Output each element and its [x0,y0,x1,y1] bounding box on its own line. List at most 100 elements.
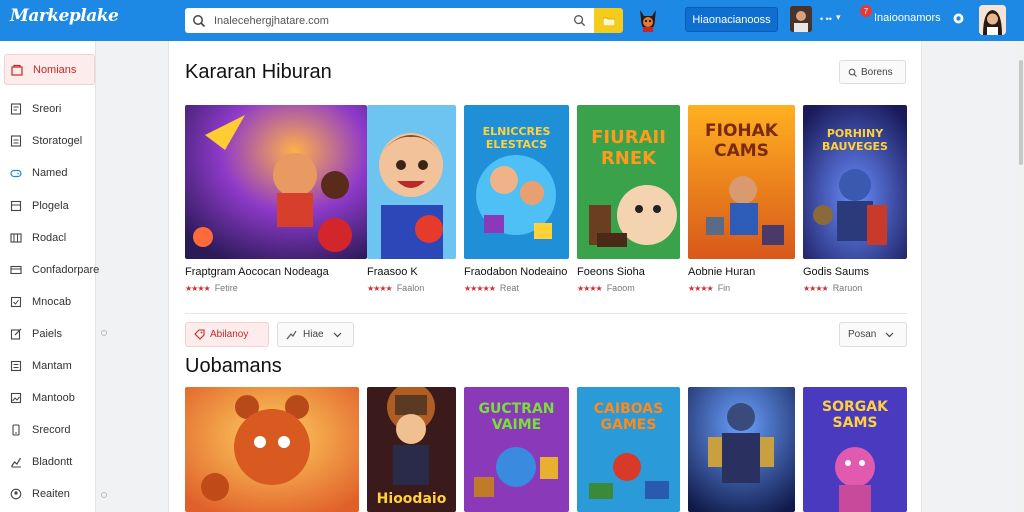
game-thumb-hat[interactable]: Hioodaio [367,387,456,512]
sidebar-item-srecord[interactable]: Srecord [4,414,95,445]
game-thumb-pink[interactable]: SORGAK SAMS [803,387,907,512]
collapse-handle-icon[interactable] [101,330,107,336]
sidebar-item-mnocab[interactable]: Mnocab [4,286,95,317]
sidebar-item-named[interactable]: Named [4,157,95,188]
section-divider [185,313,907,314]
sidebar-item-label: Reaiten [32,487,70,500]
app-logo[interactable]: Markeplake [10,6,119,26]
game-publisher: Faoom [606,283,635,293]
sidebar-item-mantam[interactable]: Mantam [4,350,95,381]
game-meta: ★★★★ Fin [688,283,730,293]
sort-button[interactable]: Borens [839,60,906,84]
chevron-down-icon [333,332,342,337]
game-title[interactable]: Fraasoo K [367,266,418,278]
game-meta: ★★★★ Fetire [185,283,238,293]
sidebar-item-mantoob[interactable]: Mantoob [4,382,95,413]
scrollbar-thumb[interactable] [1019,60,1023,165]
chart-icon [11,457,22,467]
game-title[interactable]: Foeons Sioha [577,266,645,278]
account-name[interactable]: Inaioonamors [874,12,941,24]
sidebar-item-nomians[interactable]: Nomians [4,54,95,85]
check-icon [10,296,22,307]
collapse-handle-icon[interactable] [101,492,107,498]
rating-stars: ★★★★ [803,284,829,293]
receipt-icon [10,102,22,115]
game-thumb-hero[interactable] [185,105,367,259]
sidebar-item-label: Bladontt [32,455,73,468]
game-thumb-boy[interactable] [367,105,456,259]
chevron-down-icon[interactable]: ▾ [836,12,841,23]
filter-button-secondary[interactable]: Hiae [277,322,354,347]
sidebar-item-label: Confadorpare [32,263,100,276]
store-button[interactable]: Hiaonacianooss [685,7,778,32]
game-thumb-caption: ELNICCRES ELESTACS [482,125,551,151]
game-thumb-knight[interactable]: PORHINY BAUVEGES [803,105,907,259]
game-thumb-bear[interactable] [185,387,359,512]
game-thumb-caption: CAIBOAS GAMES [593,401,664,433]
sidebar-item-confadorpare[interactable]: Confadorpare [4,254,99,285]
game-title[interactable]: Godis Saums [803,266,869,278]
sidebar-item-reaiten[interactable]: Reaiten [4,478,95,509]
mascot-icon[interactable] [637,7,659,33]
search-icon [848,68,857,77]
list-icon [10,360,22,371]
game-thumb-adventure[interactable]: FIOHAK CAMS [688,105,795,259]
sidebar-item-bladontt[interactable]: Bladontt [4,446,95,477]
sidebar-item-label: Rodacl [32,231,67,244]
search-input[interactable] [214,14,554,27]
game-thumb-caption: SORGAK SAMS [822,399,888,431]
table-icon [10,232,22,243]
game-title[interactable]: Aobnie Huran [688,266,755,278]
sidebar: Nomians Sreori Storatogel Named Plogela … [0,41,99,512]
sidebar-item-label: Plogela [32,199,69,212]
search-box[interactable] [185,8,594,33]
game-thumb-caption: Hioodaio [376,491,447,507]
game-thumb-puzzle[interactable]: ELNICCRES ELESTACS [464,105,569,259]
tag-icon [194,329,205,340]
game-publisher: Raruon [832,283,863,293]
profile-avatar[interactable] [979,5,1006,35]
filter-label: Abilanoy [210,329,249,340]
sidebar-item-label: Sreori [32,102,62,115]
game-publisher: Fetire [214,283,238,293]
card-icon [10,265,22,274]
edit-icon [10,328,22,340]
game-meta: ★★★★★ Reat [464,283,519,293]
section-title: Uobamans [185,355,282,377]
phone-icon [12,423,20,436]
filter-button-primary[interactable]: Abilanoy [185,322,269,347]
rating-stars: ★★★★ [688,284,714,293]
sidebar-item-paiels[interactable]: Paiels [4,318,95,349]
game-title[interactable]: Fraodabon Nodeaino [464,266,567,278]
notification-badge[interactable]: 7 [860,5,872,17]
game-thumb-cars[interactable]: CAIBOAS GAMES [577,387,680,512]
search-submit-icon[interactable] [573,14,586,27]
user-avatar[interactable] [790,6,812,32]
user-status-text: • •• [820,14,832,24]
rating-stars: ★★★★ [367,284,393,293]
sidebar-item-label: Named [32,166,68,179]
filter-label: Hiae [303,329,324,340]
game-title[interactable]: Fraptgram Aococan Nodeaga [185,266,329,278]
sidebar-item-label: Nomians [33,63,77,76]
sidebar-item-plogela[interactable]: Plogela [4,190,95,221]
sidebar-item-rodacl[interactable]: Rodacl [4,222,95,253]
user-icon [10,488,22,499]
game-publisher: Fin [717,283,731,293]
folder-icon [602,17,615,26]
rating-stars: ★★★★ [185,284,211,293]
rating-stars: ★★★★ [577,284,603,293]
game-thumb-blue[interactable]: GUCTRAN VAIME [464,387,569,512]
sidebar-item-sreori[interactable]: Sreori [4,93,95,124]
sort-dropdown[interactable]: Posan [839,322,907,347]
section-title: Kararan Hiburan [185,61,332,83]
sidebar-item-label: Mantoob [32,391,75,404]
folder-button[interactable] [594,8,623,33]
globe-icon[interactable] [952,12,965,25]
game-thumb-caption: PORHINY BAUVEGES [822,127,888,153]
game-thumb-caption: FIOHAK CAMS [705,121,778,161]
image-icon [10,392,22,403]
game-thumb-robot[interactable] [688,387,795,512]
sidebar-item-storatogel[interactable]: Storatogel [4,125,95,156]
game-thumb-frog[interactable]: FIURAII RNEK [577,105,680,259]
